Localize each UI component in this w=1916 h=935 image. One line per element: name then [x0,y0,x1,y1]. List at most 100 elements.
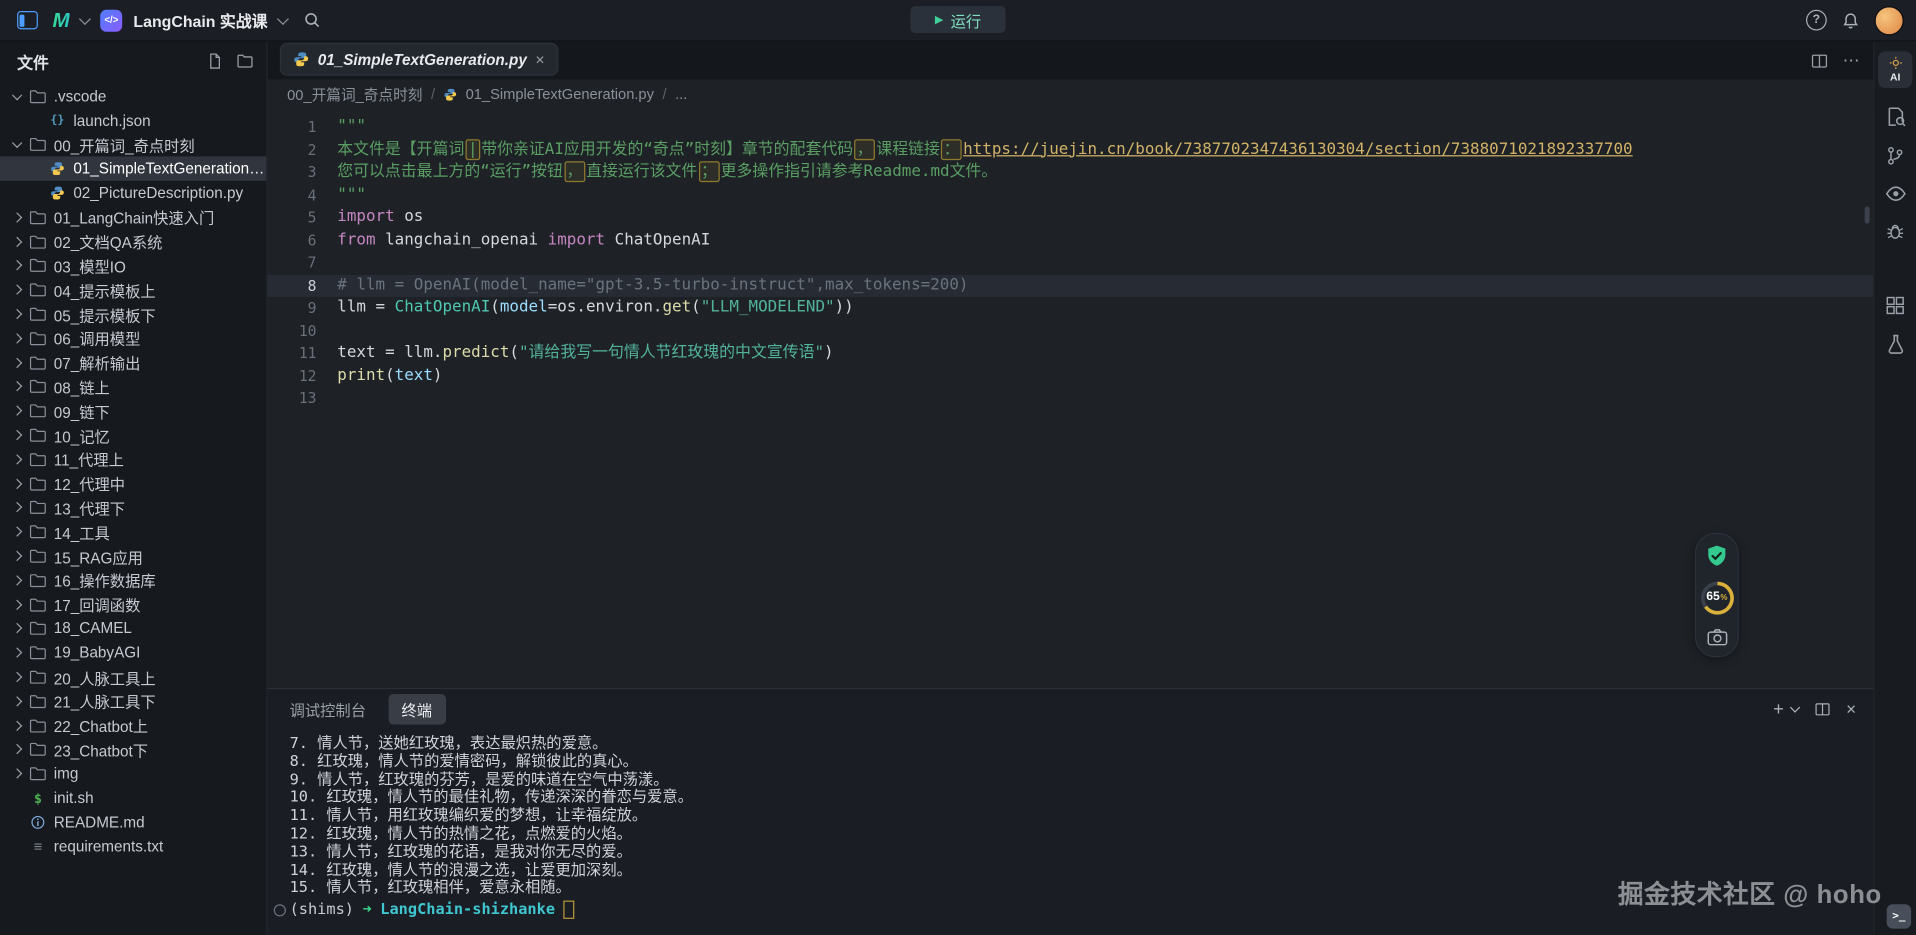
tree-file-init.sh[interactable]: $init.sh [0,786,266,810]
tree-file-02_PictureDescription.py[interactable]: 02_PictureDescription.py [0,181,266,205]
chevron-right-icon[interactable] [12,212,22,222]
tree-folder-img[interactable]: img [0,762,266,786]
chevron-right-icon[interactable] [12,623,22,633]
tree-folder-22_Chatbot上[interactable]: 22_Chatbot上 [0,713,266,737]
chevron-right-icon[interactable] [12,720,22,730]
chevron-right-icon[interactable] [12,744,22,754]
tree-folder-00_开篇词_奇点时刻[interactable]: 00_开篇词_奇点时刻 [0,133,266,157]
breadcrumb-folder[interactable]: 00_开篇词_奇点时刻 [287,84,422,105]
beaker-icon[interactable] [1886,334,1904,355]
extensions-grid-icon[interactable] [1885,296,1905,316]
chevron-down-icon[interactable] [12,138,22,148]
shield-check-icon[interactable] [1705,544,1729,568]
new-terminal-icon[interactable]: + [1773,700,1784,718]
tab-terminal[interactable]: 终端 [388,693,445,724]
tree-folder-09_链下[interactable]: 09_链下 [0,399,266,423]
tree-item-label: 01_SimpleTextGeneration.py [73,160,266,177]
tree-folder-01_LangChain快速入门[interactable]: 01_LangChain快速入门 [0,205,266,229]
more-actions-icon[interactable]: ⋯ [1843,50,1861,71]
chevron-right-icon[interactable] [12,454,22,464]
tree-folder-18_CAMEL[interactable]: 18_CAMEL [0,617,266,641]
editor-scrollbar[interactable] [1865,207,1870,224]
chevron-right-icon[interactable] [12,551,22,561]
chevron-down-icon[interactable] [79,12,91,24]
terminal[interactable]: 7. 情人节，送她红玫瑰，表达最炽热的爱意。8. 红玫瑰，情人节的爱情密码，解锁… [268,728,1874,935]
workspace-name[interactable]: LangChain 实战课 [133,9,267,32]
tree-folder-05_提示模板下[interactable]: 05_提示模板下 [0,302,266,326]
chevron-right-icon[interactable] [12,333,22,343]
chevron-right-icon[interactable] [12,478,22,488]
tree-folder-17_回调函数[interactable]: 17_回调函数 [0,592,266,616]
ide-logo[interactable]: M [53,8,70,32]
chevron-right-icon[interactable] [12,382,22,392]
tree-folder-19_BabyAGI[interactable]: 19_BabyAGI [0,641,266,665]
chevron-down-icon[interactable] [277,12,289,24]
tree-folder-14_工具[interactable]: 14_工具 [0,520,266,544]
tree-folder-08_链上[interactable]: 08_链上 [0,375,266,399]
git-branch-icon[interactable] [1885,145,1905,166]
eye-icon[interactable] [1885,185,1906,203]
tree-folder-16_操作数据库[interactable]: 16_操作数据库 [0,568,266,592]
chevron-down-icon[interactable] [12,90,22,100]
tree-file-01_SimpleTextGeneration.py[interactable]: 01_SimpleTextGeneration.py [0,157,266,181]
chevron-right-icon[interactable] [12,696,22,706]
new-file-icon[interactable] [207,53,224,70]
chevron-right-icon[interactable] [12,309,22,319]
tree-folder-13_代理下[interactable]: 13_代理下 [0,496,266,520]
prompt-path: LangChain-shizhanke [380,901,555,919]
tree-folder-12_代理中[interactable]: 12_代理中 [0,471,266,495]
topbar: M </> LangChain 实战课 ▶ 运行 ? [0,0,1916,42]
tree-folder-04_提示模板上[interactable]: 04_提示模板上 [0,278,266,302]
chevron-right-icon[interactable] [12,285,22,295]
editor-tab-active[interactable]: 01_SimpleTextGeneration.py × [280,43,558,76]
chevron-right-icon[interactable] [12,430,22,440]
chevron-right-icon[interactable] [12,261,22,271]
tree-file-README.md[interactable]: README.md [0,810,266,834]
tree-folder-.vscode[interactable]: .vscode [0,84,266,108]
progress-ring[interactable]: 65% [1700,582,1733,615]
chevron-right-icon[interactable] [12,236,22,246]
tree-folder-02_文档QA系统[interactable]: 02_文档QA系统 [0,229,266,253]
camera-icon[interactable] [1706,628,1727,646]
terminal-prompt[interactable]: (shims) ➜ LangChain-shizhanke [290,901,1874,919]
tree-folder-21_人脉工具下[interactable]: 21_人脉工具下 [0,689,266,713]
chevron-right-icon[interactable] [12,769,22,779]
chevron-right-icon[interactable] [12,575,22,585]
tree-file-requirements.txt[interactable]: ≡requirements.txt [0,834,266,858]
tree-folder-10_记忆[interactable]: 10_记忆 [0,423,266,447]
tree-folder-23_Chatbot下[interactable]: 23_Chatbot下 [0,737,266,761]
chevron-right-icon[interactable] [12,502,22,512]
new-folder-icon[interactable] [236,53,254,70]
file-search-icon[interactable] [1885,106,1906,127]
tree-folder-15_RAG应用[interactable]: 15_RAG应用 [0,544,266,568]
code-editor[interactable]: 1"""2本文件是【开篇词|带你亲证AI应用开发的“奇点”时刻】章节的配套代码，… [268,109,1874,688]
tree-folder-11_代理上[interactable]: 11_代理上 [0,447,266,471]
tab-debug-console[interactable]: 调试控制台 [285,693,371,724]
breadcrumb-file[interactable]: 01_SimpleTextGeneration.py [466,86,654,103]
chevron-right-icon[interactable] [12,648,22,658]
chevron-right-icon[interactable] [12,357,22,367]
close-icon[interactable]: × [535,51,544,67]
help-icon[interactable]: ? [1806,10,1827,31]
chevron-right-icon[interactable] [12,672,22,682]
chevron-right-icon[interactable] [12,406,22,416]
ai-assistant-button[interactable]: AI [1878,51,1912,88]
breadcrumb-more[interactable]: ... [675,86,687,103]
sidebar-toggle-button[interactable] [12,5,41,34]
tree-folder-06_调用模型[interactable]: 06_调用模型 [0,326,266,350]
close-panel-icon[interactable]: × [1846,700,1856,717]
tree-file-launch.json[interactable]: {}launch.json [0,109,266,133]
chevron-right-icon[interactable] [12,527,22,537]
tree-folder-07_解析输出[interactable]: 07_解析输出 [0,350,266,374]
split-panel-icon[interactable] [1814,701,1830,717]
avatar[interactable] [1874,5,1903,34]
tree-folder-03_模型IO[interactable]: 03_模型IO [0,254,266,278]
search-button[interactable] [298,5,327,34]
tree-folder-20_人脉工具上[interactable]: 20_人脉工具上 [0,665,266,689]
bug-icon[interactable] [1885,221,1905,242]
chevron-down-icon[interactable] [1790,702,1800,712]
bell-icon[interactable] [1841,10,1859,30]
chevron-right-icon[interactable] [12,599,22,609]
split-editor-icon[interactable] [1811,52,1828,69]
run-button[interactable]: ▶ 运行 [910,6,1005,33]
